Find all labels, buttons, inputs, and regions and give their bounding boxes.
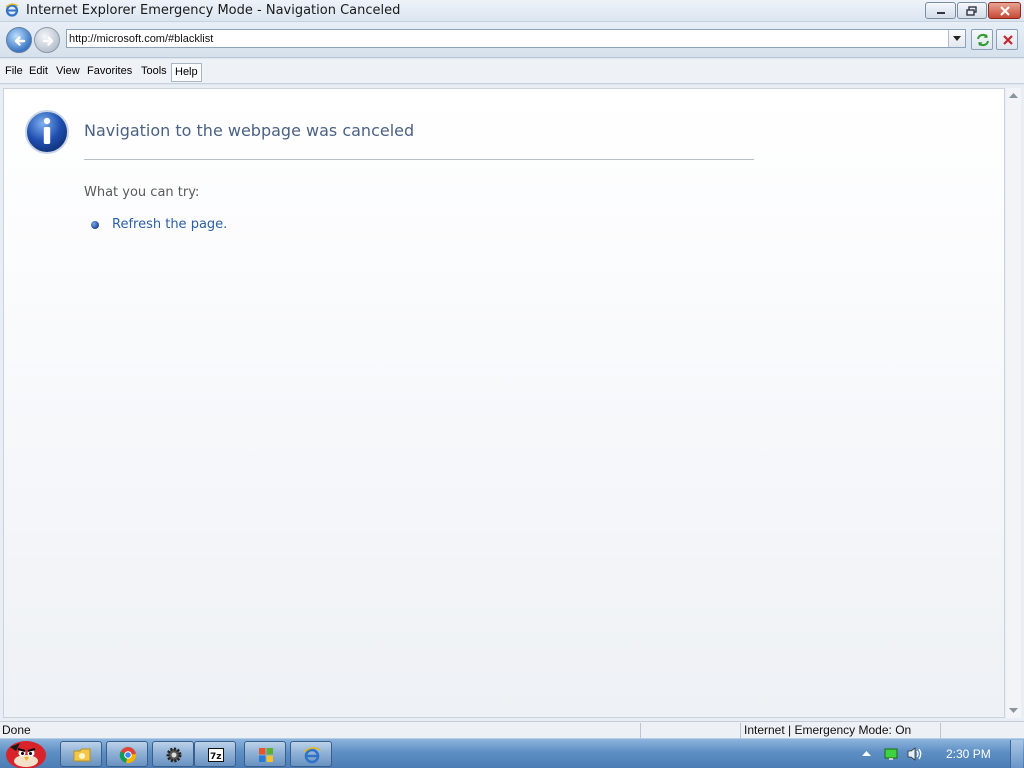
bullet-icon [91,221,99,229]
back-arrow-icon [14,36,26,46]
taskbar-chrome-button[interactable] [106,741,148,767]
refresh-icon [977,33,989,47]
taskbar-settings-button[interactable] [152,741,194,767]
network-icon[interactable] [884,747,900,761]
menu-tools[interactable]: Tools [138,63,170,82]
scroll-up-icon [1009,93,1018,98]
security-zone[interactable]: Internet | Emergency Mode: On [744,723,911,737]
menu-file[interactable]: File [2,63,26,82]
taskbar-7zip-button[interactable]: 7z [194,741,236,767]
refresh-button[interactable] [971,29,993,50]
taskbar-clock[interactable]: 2:30 PM [946,747,991,761]
stop-icon [1003,35,1013,45]
window-title: Internet Explorer Emergency Mode - Navig… [26,3,401,18]
chevron-down-icon [953,36,961,41]
title-bar[interactable]: Internet Explorer Emergency Mode - Navig… [0,0,1024,22]
menu-edit[interactable]: Edit [26,63,51,82]
menu-favorites[interactable]: Favorites [84,63,135,82]
error-page: Navigation to the webpage was canceled W… [3,88,1005,718]
taskbar-windows-button[interactable] [244,741,286,767]
navigation-bar [0,22,1024,58]
chrome-icon [119,747,137,764]
address-dropdown-button[interactable] [948,30,965,47]
try-label: What you can try: [84,185,200,200]
windows-flag-icon [259,748,273,762]
forward-button[interactable] [34,27,60,53]
taskbar-internet-explorer-button[interactable] [290,741,332,767]
forward-arrow-icon [42,36,54,46]
scroll-down-icon [1009,708,1018,713]
status-bar: Done Internet | Emergency Mode: On [0,721,1024,738]
restore-button[interactable] [957,2,987,19]
taskbar-explorer-button[interactable] [60,741,102,767]
error-heading: Navigation to the webpage was canceled [84,121,415,140]
close-window-button[interactable] [988,2,1021,19]
show-hidden-icons-icon[interactable] [862,750,871,757]
volume-icon[interactable] [906,746,924,762]
refresh-page-link[interactable]: Refresh the page. [112,217,227,232]
content-area: Navigation to the webpage was canceled W… [0,85,1024,721]
internet-explorer-icon [5,3,19,17]
divider [84,159,754,160]
close-icon [999,5,1010,16]
minimize-icon [936,11,945,14]
vertical-scrollbar[interactable] [1006,88,1021,718]
folder-icon [73,748,91,762]
info-icon [25,110,69,154]
start-button[interactable] [2,733,50,768]
address-bar[interactable] [66,29,966,48]
status-divider [740,723,742,738]
back-button[interactable] [6,27,32,53]
url-input[interactable] [69,31,944,46]
taskbar: 7z 2:30 PM [0,738,1024,768]
restore-icon [966,5,977,16]
minimize-button[interactable] [925,2,956,19]
show-desktop-button[interactable] [1010,740,1023,768]
status-divider [940,723,942,738]
internet-explorer-icon [303,747,321,764]
stop-button[interactable] [996,29,1018,50]
menu-help[interactable]: Help [171,63,202,82]
svg-text:7z: 7z [210,752,222,762]
gear-icon [166,747,182,763]
menu-view[interactable]: View [53,63,83,82]
7zip-icon: 7z [208,748,224,762]
menu-bar: File Edit View Favorites Tools Help [0,59,1024,84]
status-divider [640,723,642,738]
